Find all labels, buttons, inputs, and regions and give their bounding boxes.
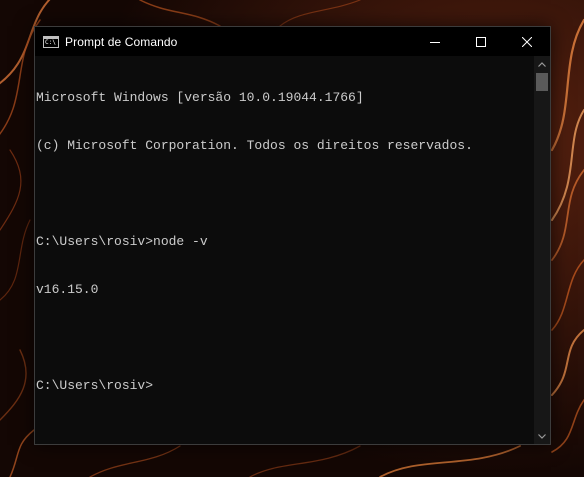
scroll-down-button[interactable] [534, 428, 550, 444]
window-title: Prompt de Comando [65, 34, 178, 49]
console-line: C:\Users\rosiv>node -v [36, 234, 208, 249]
cmd-icon[interactable]: C:\ [43, 35, 59, 48]
cmd-icon-text: C:\ [45, 38, 56, 46]
close-button[interactable] [504, 27, 550, 56]
chevron-down-icon [538, 433, 546, 439]
vertical-scrollbar[interactable] [534, 56, 550, 444]
minimize-button[interactable] [412, 27, 458, 56]
minimize-icon [430, 41, 440, 43]
console-line: Microsoft Windows [versão 10.0.19044.176… [36, 90, 364, 105]
title-bar[interactable]: C:\ Prompt de Comando [35, 27, 550, 56]
console-line: v16.15.0 [36, 282, 99, 297]
console-prompt-line[interactable]: C:\Users\rosiv> [36, 378, 534, 394]
maximize-button[interactable] [458, 27, 504, 56]
command-prompt-window[interactable]: C:\ Prompt de Comando Microsoft Windows … [34, 26, 551, 445]
console-output[interactable]: Microsoft Windows [versão 10.0.19044.176… [35, 56, 534, 444]
chevron-up-icon [538, 61, 546, 67]
scroll-up-button[interactable] [534, 56, 550, 72]
console-line: (c) Microsoft Corporation. Todos os dire… [36, 138, 473, 153]
scrollbar-thumb[interactable] [536, 73, 548, 91]
maximize-icon [476, 36, 486, 47]
close-icon [522, 36, 532, 47]
